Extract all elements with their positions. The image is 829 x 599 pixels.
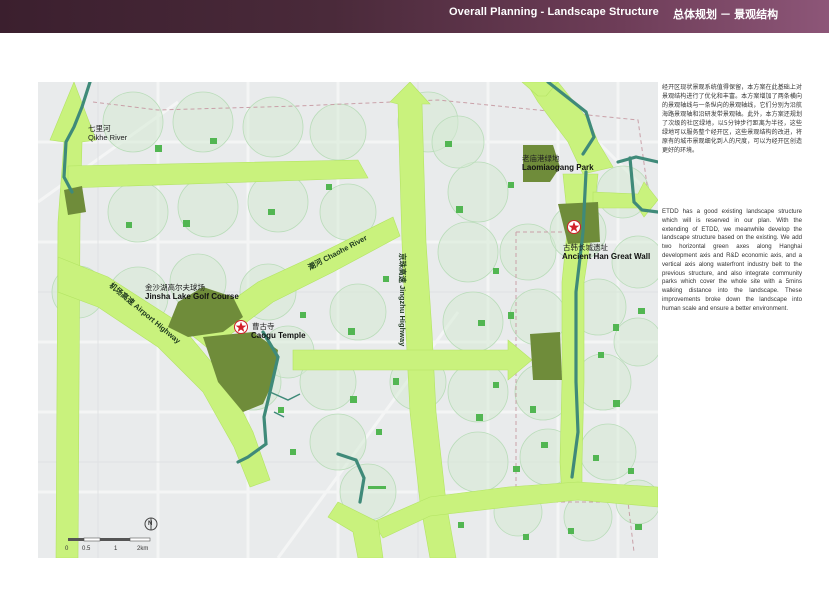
label-laomiao-cn: 老庙港绿地: [522, 154, 560, 163]
label-temple-en: Caogu Temple: [251, 331, 306, 340]
description-cn: 经开区现状景观系统值得保留，本方案在此基础上对景观结构进行了优化和丰富。本方案增…: [662, 84, 802, 154]
scale-tick-1: 1: [114, 546, 118, 552]
label-hanwall-en: Ancient Han Great Wall: [562, 252, 651, 261]
scale-tick-05: 0.5: [82, 546, 91, 552]
landscape-map: 0 0.5 1 2km N 七里河 Qikhe River 老庙港绿地 Laom…: [38, 82, 658, 558]
page-title-cn: 总体规划 － 景观结构: [673, 9, 779, 21]
compass-north-label: N: [148, 521, 153, 527]
scale-tick-2km: 2km: [137, 546, 149, 552]
label-laomiao-en: Laomiaogang Park: [522, 163, 594, 172]
label-qikhe-en: Qikhe River: [88, 133, 128, 142]
label-hanwall-cn: 古韩长城遗址: [563, 243, 608, 252]
map-graphic: [38, 82, 658, 558]
label-golf-en: Jinsha Lake Golf Course: [145, 292, 239, 301]
label-golf-cn: 金沙湖高尔夫球场: [145, 283, 205, 292]
page-title: Overall Planning - Landscape Structure: [449, 6, 659, 18]
label-temple-cn: 曹古寺: [252, 322, 275, 331]
label-qikhe-cn: 七里河: [88, 124, 111, 133]
description-en: ETDD has a good existing landscape struc…: [662, 208, 802, 312]
scale-tick-0: 0: [65, 546, 69, 552]
label-jingzhu-highway: 京珠高速 Jingzhu Highway: [398, 253, 407, 347]
header-bar: Overall Planning - Landscape Structure 总…: [0, 0, 829, 33]
scale-bar: [68, 537, 151, 542]
